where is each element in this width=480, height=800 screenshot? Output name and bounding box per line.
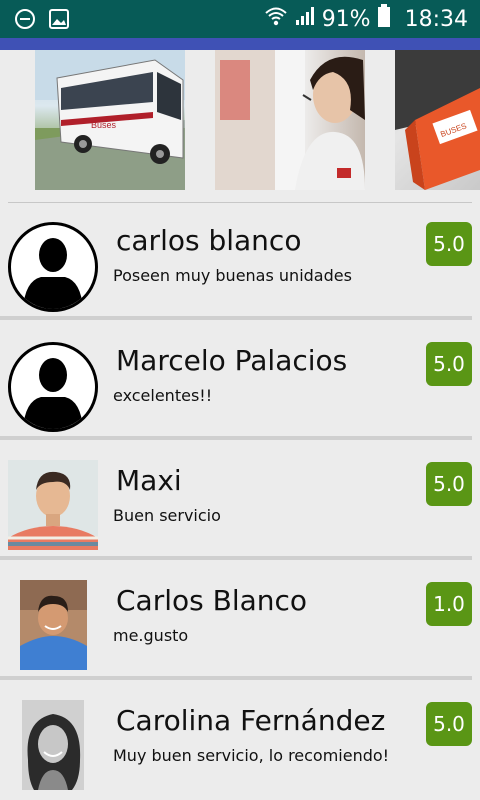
user-photo xyxy=(22,700,84,790)
avatar xyxy=(20,580,110,670)
reviewer-name: Maxi xyxy=(116,464,182,497)
divider xyxy=(0,676,472,680)
review-item[interactable]: Marcelo Palacios excelentes!! 5.0 xyxy=(0,324,480,440)
reviewer-name: Carolina Fernández xyxy=(116,704,386,737)
signal-icon xyxy=(294,5,316,33)
bus-photo[interactable]: Buses xyxy=(35,50,185,190)
dnd-icon xyxy=(14,8,36,34)
rating-badge: 5.0 xyxy=(426,342,472,386)
review-item[interactable]: Carlos Blanco me.gusto 1.0 xyxy=(0,564,480,680)
divider xyxy=(0,316,472,320)
battery-percent: 91% xyxy=(321,6,371,32)
review-comment: Poseen muy buenas unidades xyxy=(113,266,352,285)
clock: 18:34 xyxy=(404,6,468,32)
review-item[interactable]: Maxi Buen servicio 5.0 xyxy=(0,444,480,560)
review-comment: me.gusto xyxy=(113,626,189,645)
status-bar: 91% 18:34 xyxy=(0,0,480,38)
avatar xyxy=(8,222,98,312)
review-item[interactable]: carlos blanco Poseen muy buenas unidades… xyxy=(0,204,480,320)
bus-logo: Buses xyxy=(91,120,117,130)
app-bar xyxy=(0,38,480,50)
battery-icon xyxy=(377,4,391,34)
divider xyxy=(0,436,472,440)
avatar xyxy=(22,700,112,790)
image-gallery[interactable]: Buses BUSES xyxy=(0,50,480,192)
rating-badge: 5.0 xyxy=(426,702,472,746)
package-box-photo[interactable]: BUSES xyxy=(395,50,480,190)
user-photo xyxy=(20,580,87,670)
rating-badge: 1.0 xyxy=(426,582,472,626)
person-silhouette-icon xyxy=(8,342,98,432)
avatar xyxy=(8,460,98,550)
review-comment: Muy buen servicio, lo recomiendo! xyxy=(113,746,390,765)
review-comment: Buen servicio xyxy=(113,506,221,525)
person-silhouette-icon xyxy=(8,222,98,312)
divider xyxy=(8,202,472,203)
wifi-icon xyxy=(264,5,288,33)
reviewer-name: Marcelo Palacios xyxy=(116,344,348,377)
divider xyxy=(0,556,472,560)
rating-badge: 5.0 xyxy=(426,462,472,506)
reviewer-name: Carlos Blanco xyxy=(116,584,308,617)
review-item[interactable]: Carolina Fernández Muy buen servicio, lo… xyxy=(0,684,480,800)
rating-badge: 5.0 xyxy=(426,222,472,266)
reviewer-name: carlos blanco xyxy=(116,224,302,257)
image-icon xyxy=(48,8,70,34)
call-center-agent-photo[interactable] xyxy=(215,50,365,190)
user-photo xyxy=(8,460,98,550)
avatar xyxy=(8,342,98,432)
review-comment: excelentes!! xyxy=(113,386,213,405)
